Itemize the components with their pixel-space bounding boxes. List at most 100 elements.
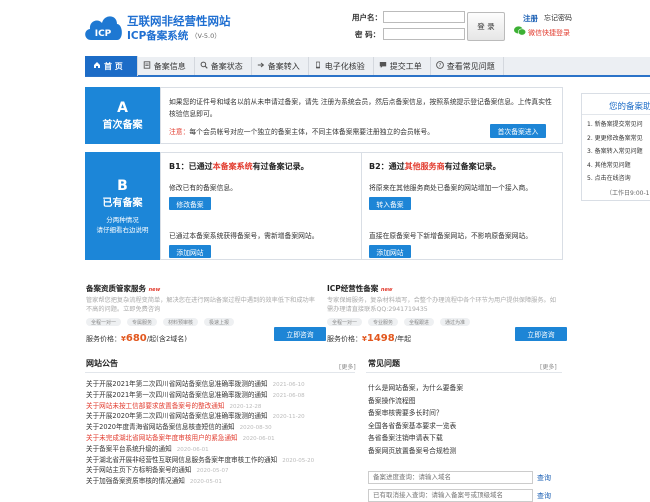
- service-price: 服务价格：¥680/起(含2域名): [86, 333, 187, 344]
- b2-add-site-button[interactable]: 添加网站: [369, 245, 411, 258]
- note-label: 注意：: [169, 128, 190, 136]
- first-filing-note: 注意：每个会员帐号对应一个独立的备案主体，不同主体备案需要注册独立的会员帐号。: [169, 126, 434, 138]
- block-a-title: 首次备案: [102, 120, 143, 131]
- modify-filing-button[interactable]: 修改备案: [169, 197, 211, 210]
- service-tag: 极速上报: [204, 318, 235, 326]
- faq-item[interactable]: 全国各省备案基本要求一览表: [368, 420, 558, 433]
- faq-item[interactable]: 备案审核需要多长时间？: [368, 407, 558, 420]
- password-input[interactable]: [383, 28, 465, 40]
- block-a-letter: A: [117, 100, 128, 116]
- price-value: 680: [125, 333, 147, 344]
- nav-tab-3[interactable]: 备案转入: [252, 57, 309, 75]
- filing-progress-query-button[interactable]: 查询: [537, 473, 551, 483]
- nav-tab-1[interactable]: 备案信息: [138, 57, 195, 75]
- notice-title: 关于湖北省开展非经营性互联网信息服务备案年度审核工作的通知: [86, 455, 278, 464]
- notice-item[interactable]: 关于未完成湖北省网站备案年度审核用户的紧急通知 2020-06-01: [86, 432, 361, 443]
- system-title: ICP备案系统: [127, 30, 189, 42]
- notice-title: 关于开展2021年第二次四川省网站备案信息准确率拨测的通知: [86, 380, 268, 388]
- nav-tab-label: 备案信息: [153, 61, 186, 71]
- notice-item[interactable]: 关于网站主页下方标明备案号的通知 2020-05-07: [86, 464, 361, 475]
- notice-date: 2020-05-01: [189, 479, 222, 486]
- price-unit: /年起: [394, 335, 412, 343]
- assistant-item-4[interactable]: 5. 点击在线咨询: [587, 172, 643, 186]
- service-title-text: ICP经营性备案: [327, 284, 379, 293]
- faq-divider: [366, 372, 562, 373]
- service-tag: 专业服务: [368, 318, 399, 326]
- service-title: ICP经营性备案 new: [327, 283, 393, 294]
- first-filing-block: A 首次备案: [85, 87, 160, 144]
- service-title: 备案资质管家服务 new: [86, 283, 160, 294]
- chat-icon: [379, 61, 387, 71]
- notice-title: 关于网站未按工信部要求放置备案号的整改通知: [86, 401, 225, 410]
- price-label: 服务价格：: [327, 335, 362, 343]
- assistant-item-3[interactable]: 4. 其他常见问题: [587, 159, 643, 173]
- forgot-password-link[interactable]: 忘记密码: [544, 13, 572, 23]
- block-b-title: 已有备案: [102, 198, 143, 209]
- faq-item[interactable]: 各省备案注销申请表下载: [368, 432, 558, 445]
- svg-text:?: ?: [438, 63, 441, 69]
- service-tag: 全程一对一: [327, 318, 363, 326]
- nav-tab-label: 查看常见问题: [446, 61, 495, 71]
- assistant-item-2[interactable]: 3. 备案转入常见问题: [587, 145, 643, 159]
- notice-item[interactable]: 关于湖北省开展非经营性互联网信息服务备案年度审核工作的通知 2020-05-20: [86, 454, 361, 465]
- logo-text: ICP: [95, 29, 112, 39]
- block-b-letter: B: [117, 178, 128, 194]
- site-title: 互联网非经营性网站: [127, 14, 231, 28]
- phone-icon: [314, 61, 322, 71]
- nav-tab-label: 备案转入: [267, 61, 300, 71]
- notice-item[interactable]: 关于2020年度青海省网站备案信息核查短信的通知 2020-08-30: [86, 421, 361, 432]
- login-button[interactable]: 登 录: [467, 12, 505, 41]
- first-filing-button[interactable]: 首次备案进入: [490, 124, 546, 138]
- password-label: 密 码：: [355, 30, 381, 39]
- cancel-access-query-input[interactable]: [368, 489, 533, 502]
- notice-item[interactable]: 关于开展2020年第二次四川省网站备案信息准确率拨测的通知 2020-11-20: [86, 410, 361, 421]
- filing-progress-query-input[interactable]: [368, 471, 533, 484]
- price-unit: /起(含2域名): [146, 335, 188, 343]
- panel-divider: [361, 153, 362, 259]
- notice-title: 关于备案平台系统升级的通知: [86, 444, 172, 453]
- notice-item[interactable]: 关于网站未按工信部要求放置备案号的整改通知 2020-12-28: [86, 400, 361, 411]
- notice-item[interactable]: 关于开展2021年第一次四川省网站备案信息准确率拨测的通知 2021-06-08: [86, 389, 361, 400]
- nav-tab-4[interactable]: 电子化核验: [309, 57, 374, 75]
- nav-tab-5[interactable]: 提交工单: [374, 57, 431, 75]
- faq-item[interactable]: 备案网页放置备案号合规检测: [368, 445, 558, 458]
- username-input[interactable]: [383, 11, 465, 23]
- notice-item[interactable]: 关于加强备案资质审核的情况通知 2020-05-01: [86, 475, 361, 486]
- service-tags: 全程一对一 专业服务 全程跟进 通过为准: [327, 318, 471, 326]
- b1-add-site-button[interactable]: 添加网站: [169, 245, 211, 258]
- doc-icon: [143, 61, 151, 71]
- nav-tab-6[interactable]: ? 查看常见问题: [431, 57, 504, 75]
- wechat-login-link[interactable]: 微信快捷登录: [528, 28, 570, 38]
- nav-tab-2[interactable]: 备案状态: [195, 57, 252, 75]
- service-title-text: 备案资质管家服务: [86, 284, 146, 293]
- transfer-filing-button[interactable]: 转入备案: [369, 197, 411, 210]
- first-filing-text: 如果您的证件号和域名以前从未申请过备案，请先 注册为系统会员，然后点备案信息，按…: [169, 98, 552, 118]
- notice-date: 2020-05-07: [196, 468, 229, 475]
- b1-prefix: B1：已通过: [169, 162, 213, 171]
- notices-more-link[interactable]: [更多]: [339, 362, 356, 371]
- notice-item[interactable]: 关于开展2021年第二次四川省网站备案信息准确率拨测的通知 2021-06-10: [86, 378, 361, 389]
- consult-button[interactable]: 立即咨询: [515, 327, 567, 341]
- notice-item[interactable]: 关于备案平台系统升级的通知 2020-06-01: [86, 443, 361, 454]
- assistant-item-1[interactable]: 2. 更更修改备案常见: [587, 132, 643, 146]
- consult-button[interactable]: 立即咨询: [274, 327, 326, 341]
- block-b-sub1: 分两种情况: [106, 216, 139, 224]
- existing-filing-block: B 已有备案 分两种情况 请仔细看右边说明: [85, 152, 160, 260]
- b1-heading: B1：已通过本备案系统有过备案记录。: [169, 161, 309, 172]
- notice-title: 关于网站主页下方标明备案号的通知: [86, 466, 192, 475]
- notice-date: 2020-12-28: [229, 403, 262, 410]
- transfer-icon: [257, 61, 265, 71]
- faq-title: 常见问题: [368, 359, 400, 368]
- nav-tab-0[interactable]: 首 页: [85, 56, 138, 76]
- faq-item[interactable]: 什么是网站备案，为什么要备案: [368, 382, 558, 395]
- icp-logo-icon: ICP: [85, 16, 122, 40]
- faq-item[interactable]: 备案操作流程图: [368, 395, 558, 408]
- assistant-title: 您的备案助: [609, 102, 650, 112]
- block-b-sub2: 请仔细看右边说明: [96, 226, 149, 234]
- faq-more-link[interactable]: [更多]: [540, 362, 557, 371]
- assistant-item-0[interactable]: 1. 新备案提交常见问: [587, 118, 643, 132]
- service-description: 专家保姆服务，复杂材料填写，合整个办理流程中各个环节为用户提供保障服务。如需办理…: [327, 297, 556, 313]
- notice-title: 关于开展2021年第一次四川省网站备案信息准确率拨测的通知: [86, 390, 268, 399]
- b1-highlight: 本备案系统: [212, 162, 253, 171]
- register-link[interactable]: 注册: [523, 13, 538, 24]
